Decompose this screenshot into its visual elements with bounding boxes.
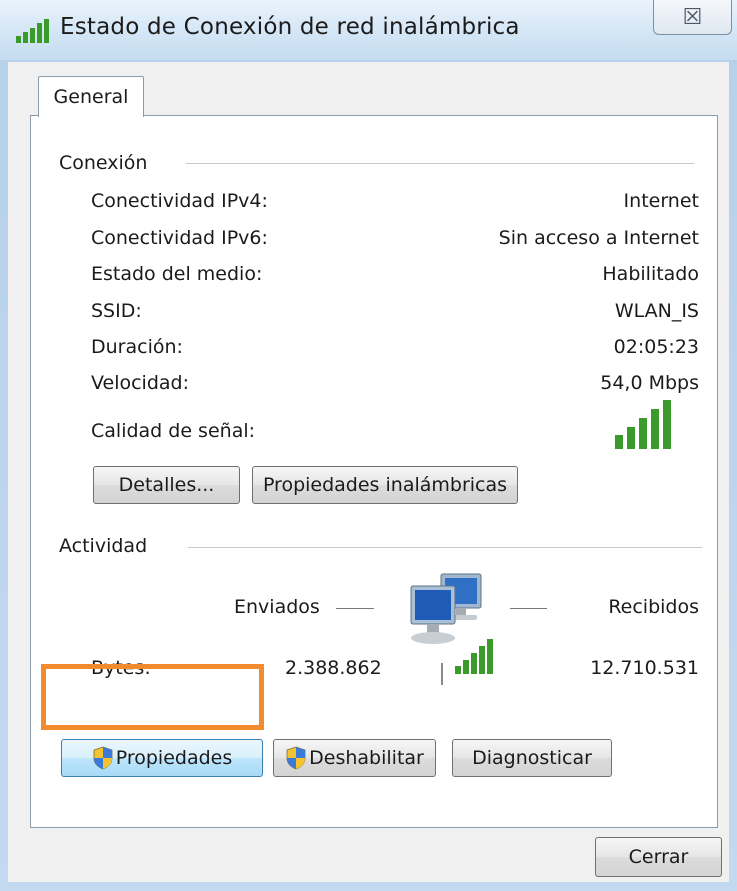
signal-quality-label: Calidad de señal: [91,420,256,442]
media-state-value: Habilitado [602,263,699,285]
received-line [510,608,547,609]
wireless-properties-button[interactable]: Propiedades inalámbricas [252,466,518,504]
close-button[interactable]: Cerrar [595,837,722,877]
network-computers-icon [410,573,493,674]
dialog-client-area: General Conexión Conectividad IPv4: Inte… [8,62,729,882]
activity-separator [441,663,443,685]
disable-button[interactable]: Deshabilitar [273,739,436,777]
media-state-label: Estado del medio: [91,263,263,285]
ssid-label: SSID: [91,300,142,322]
wireless-signal-icon [16,19,49,43]
ssid-value: WLAN_IS [614,300,699,322]
close-icon: ☒ [682,4,703,30]
disable-button-label: Deshabilitar [309,747,424,769]
properties-button-label: Propiedades [115,747,233,769]
tab-label: General [53,86,129,108]
duration-label: Duración: [91,336,183,358]
tab-general[interactable]: General [38,76,144,117]
received-label: Recibidos [608,596,699,618]
ipv6-label: Conectividad IPv6: [91,227,268,249]
uac-shield-icon [93,746,113,770]
diagnose-button[interactable]: Diagnosticar [452,739,612,777]
sent-label: Enviados [234,596,320,618]
activity-group-label: Actividad [59,535,148,557]
title-bar[interactable]: Estado de Conexión de red inalámbrica ☒ [0,0,737,60]
window-title: Estado de Conexión de red inalámbrica [60,14,520,40]
bytes-received-value: 12.710.531 [590,657,699,679]
activity-group-divider [188,547,702,548]
speed-label: Velocidad: [91,372,190,394]
close-window-button[interactable]: ☒ [653,0,732,35]
duration-value: 02:05:23 [613,336,699,358]
ipv4-label: Conectividad IPv4: [91,190,268,212]
dialog-window: Estado de Conexión de red inalámbrica ☒ … [0,0,737,891]
connection-group-label: Conexión [59,152,148,174]
connection-group-divider [186,163,694,164]
ipv6-value: Sin acceso a Internet [498,227,699,249]
sent-line [336,608,374,609]
speed-value: 54,0 Mbps [600,372,699,394]
properties-button[interactable]: Propiedades [61,739,263,777]
ipv4-value: Internet [623,190,699,212]
bytes-sent-value: 2.388.862 [285,657,382,679]
uac-shield-icon [286,746,306,770]
highlight-annotation [41,664,264,730]
details-button[interactable]: Detalles... [93,466,240,504]
signal-quality-icon [615,400,671,449]
